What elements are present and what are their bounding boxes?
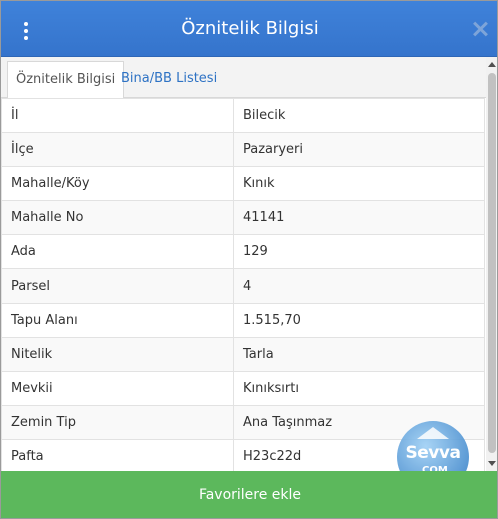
table-row: Parsel 4: [1, 268, 485, 304]
table-row: İlçe Pazaryeri: [1, 132, 485, 168]
attribute-value: 4: [233, 268, 485, 304]
attribute-value: 41141: [233, 200, 485, 236]
table-row: İl Bilecik: [1, 98, 485, 134]
attribute-value: Tarla: [233, 336, 485, 372]
watermark-text: Sevva: [405, 443, 461, 463]
attribute-key: Ada: [1, 234, 234, 270]
tab-building-list[interactable]: Bina/BB Listesi: [113, 61, 225, 98]
attribute-key: Parsel: [1, 268, 234, 304]
attribute-key: İl: [1, 98, 234, 134]
house-roof-icon: [417, 427, 449, 439]
tab-attribute-info[interactable]: Öznitelik Bilgisi: [7, 61, 125, 99]
add-to-favorites-button[interactable]: Favorilere ekle: [1, 471, 497, 518]
table-row: Nitelik Tarla: [1, 336, 485, 372]
table-row: Tapu Alanı 1.515,70: [1, 302, 485, 338]
tab-bar: Öznitelik Bilgisi Bina/BB Listesi: [1, 57, 487, 99]
attribute-value: 129: [233, 234, 485, 270]
attribute-key: Mahalle No: [1, 200, 234, 236]
dialog-title: Öznitelik Bilgisi: [181, 18, 319, 39]
table-row: Mahalle/Köy Kınık: [1, 166, 485, 202]
attribute-value: Bilecik: [233, 98, 485, 134]
attribute-key: Tapu Alanı: [1, 302, 234, 338]
table-row: Mevkii Kınıksırtı: [1, 370, 485, 406]
attribute-key: İlçe: [1, 132, 234, 168]
attribute-table: İl Bilecik İlçe Pazaryeri Mahalle/Köy Kınık Ma…: [1, 98, 485, 472]
scroll-down-arrow-icon[interactable]: [488, 461, 496, 466]
attribute-key: Mevkii: [1, 370, 234, 406]
attribute-key: Mahalle/Köy: [1, 166, 234, 202]
attribute-key: Nitelik: [1, 336, 234, 372]
attribute-table-container: İl Bilecik İlçe Pazaryeri Mahalle/Köy Kınık Ma…: [1, 98, 485, 472]
table-row: Mahalle No 41141: [1, 200, 485, 236]
attribute-value: Kınıksırtı: [233, 370, 485, 406]
scroll-up-arrow-icon[interactable]: [488, 62, 496, 67]
attribute-key: Zemin Tip: [1, 404, 234, 440]
dialog-header: Öznitelik Bilgisi: [1, 1, 497, 57]
attribute-value: 1.515,70: [233, 302, 485, 338]
scrollbar-thumb[interactable]: [488, 73, 496, 453]
attribute-info-dialog: Öznitelik Bilgisi Öznitelik Bilgisi Bina…: [0, 0, 498, 519]
table-row: Ada 129: [1, 234, 485, 270]
attribute-value: Pazaryeri: [233, 132, 485, 168]
vertical-scrollbar[interactable]: [486, 57, 497, 471]
attribute-key: Pafta: [1, 438, 234, 472]
close-icon[interactable]: [471, 20, 489, 38]
attribute-value: Kınık: [233, 166, 485, 202]
